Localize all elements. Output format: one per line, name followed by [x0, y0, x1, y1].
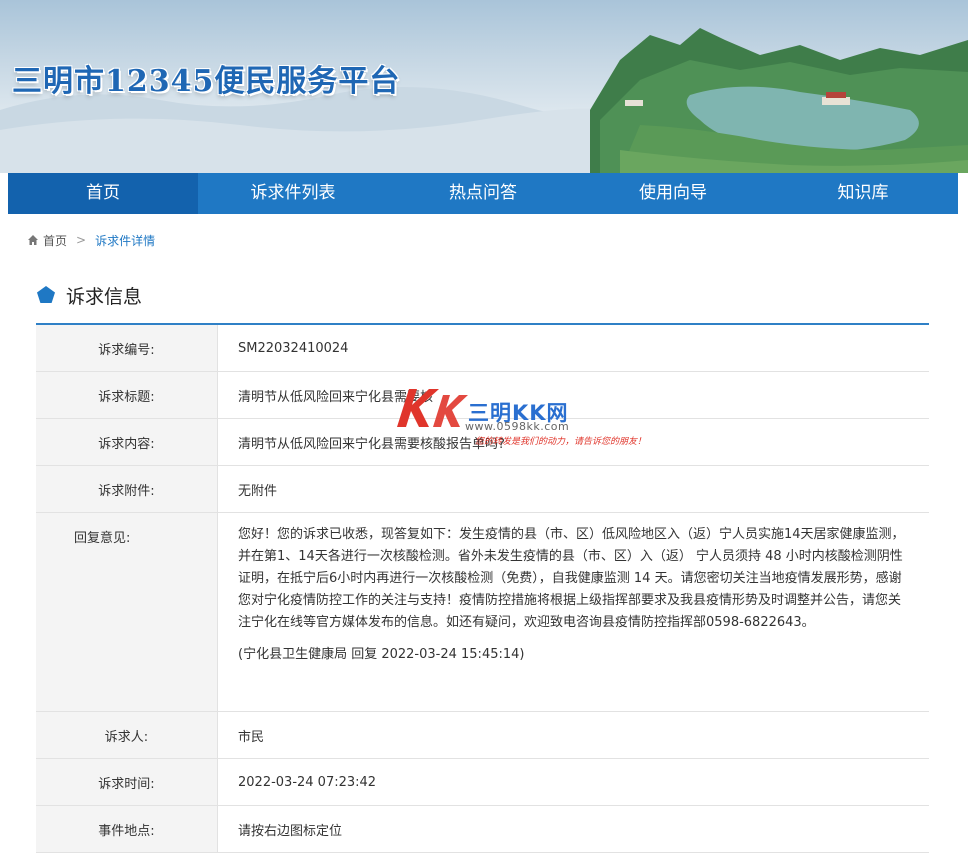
- appeal-attachment: 无附件: [217, 465, 929, 513]
- pentagon-icon: [37, 286, 55, 303]
- header-banner: 三明市12345便民服务平台: [0, 0, 968, 173]
- row-label: 诉求时间:: [36, 758, 218, 806]
- table-row: 诉求时间: 2022-03-24 07:23:42: [36, 758, 929, 806]
- table-row: 诉求标题: 清明节从低风险回来宁化县需要核: [36, 371, 929, 419]
- nav-item-guide[interactable]: 使用向导: [578, 173, 768, 214]
- home-icon: [28, 235, 38, 245]
- row-label: 事件地点:: [36, 805, 218, 853]
- breadcrumb-current[interactable]: 诉求件详情: [95, 232, 155, 249]
- table-row: 诉求附件: 无附件: [36, 465, 929, 513]
- table-row: 诉求编号: SM22032410024: [36, 325, 929, 372]
- appeal-title: 清明节从低风险回来宁化县需要核: [217, 371, 929, 419]
- row-label: 诉求人:: [36, 711, 218, 759]
- nav-item-knowledge-base[interactable]: 知识库: [768, 173, 958, 214]
- main-nav: 首页 诉求件列表 热点问答 使用向导 知识库: [8, 173, 958, 214]
- table-row: 诉求人: 市民: [36, 711, 929, 759]
- reply-signature: (宁化县卫生健康局 回复 2022-03-24 15:45:14): [238, 647, 525, 662]
- table-row: 诉求内容: 清明节从低风险回来宁化县需要核酸报告单吗?: [36, 418, 929, 466]
- appeal-number: SM22032410024: [217, 325, 929, 372]
- row-label: 诉求内容:: [36, 418, 218, 466]
- appeal-content: 清明节从低风险回来宁化县需要核酸报告单吗?: [217, 418, 929, 466]
- site-title: 三明市12345便民服务平台: [12, 64, 401, 99]
- table-row: 事件地点: 请按右边图标定位: [36, 805, 929, 853]
- breadcrumb-separator: >: [76, 233, 87, 247]
- breadcrumb: 首页 > 诉求件详情: [27, 232, 155, 248]
- table-row: 回复意见: 您好！您的诉求已收悉，现答复如下：发生疫情的县（市、区）低风险地区入…: [36, 512, 929, 712]
- appeal-info-table: 诉求编号: SM22032410024 诉求标题: 清明节从低风险回来宁化县需要…: [36, 325, 929, 853]
- appeal-location: 请按右边图标定位: [217, 805, 929, 853]
- row-label: 回复意见:: [36, 512, 218, 712]
- reply-cell: 您好！您的诉求已收悉，现答复如下：发生疫情的县（市、区）低风险地区入（返）宁人员…: [217, 512, 929, 712]
- reply-text: 您好！您的诉求已收悉，现答复如下：发生疫情的县（市、区）低风险地区入（返）宁人员…: [238, 527, 905, 630]
- row-label: 诉求附件:: [36, 465, 218, 513]
- breadcrumb-home-link[interactable]: 首页: [43, 232, 67, 249]
- row-label: 诉求编号:: [36, 325, 218, 372]
- nav-item-home[interactable]: 首页: [8, 173, 198, 214]
- nav-item-hot-qa[interactable]: 热点问答: [388, 173, 578, 214]
- section-title: 诉求信息: [66, 285, 143, 308]
- row-label: 诉求标题:: [36, 371, 218, 419]
- section-header: 诉求信息: [36, 282, 142, 308]
- appeal-person: 市民: [217, 711, 929, 759]
- nav-item-appeal-list[interactable]: 诉求件列表: [198, 173, 388, 214]
- appeal-time: 2022-03-24 07:23:42: [217, 758, 929, 806]
